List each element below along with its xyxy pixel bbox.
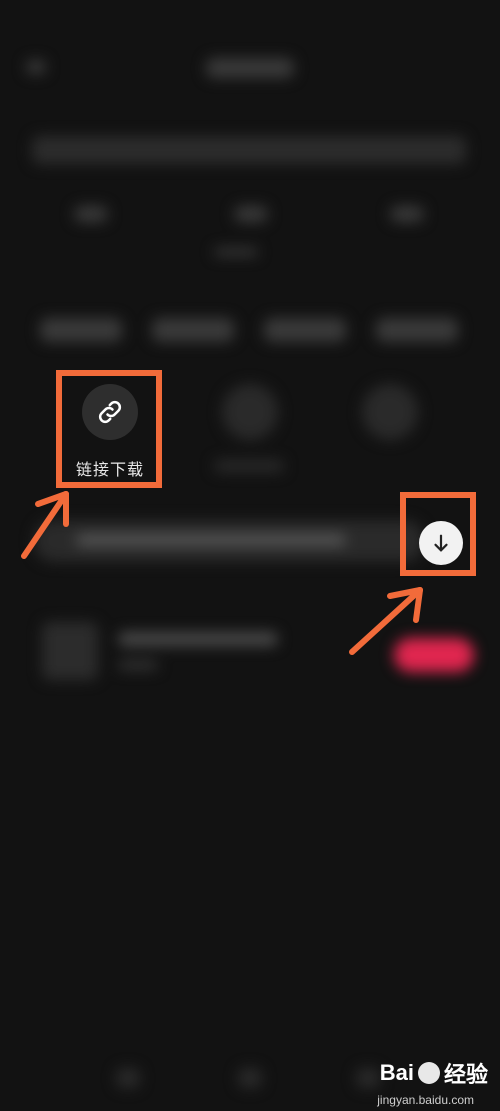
annotation-arrows — [21, 491, 423, 655]
watermark-url: jingyan.baidu.com — [377, 1093, 474, 1107]
watermark: Bai 经验 — [380, 1057, 488, 1089]
paw-icon — [417, 1062, 440, 1084]
watermark-brand: Bai — [379, 1060, 414, 1085]
arrow-2-shaft — [349, 587, 423, 655]
arrow-2-head-b — [413, 587, 423, 623]
watermark-suffix: 经验 — [443, 1062, 488, 1087]
